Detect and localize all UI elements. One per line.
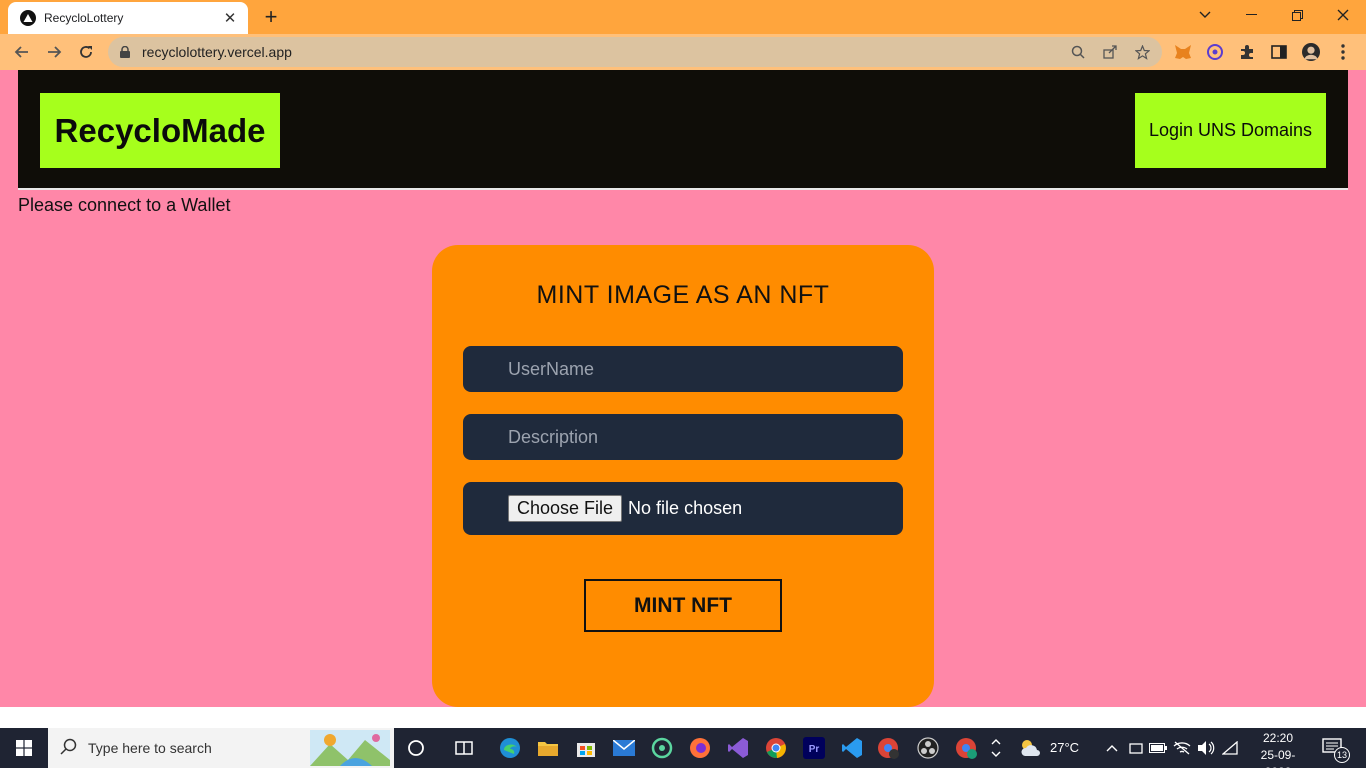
close-window-button[interactable]: [1320, 0, 1366, 30]
widgets-icon[interactable]: [452, 736, 476, 760]
network-icon[interactable]: [1170, 736, 1194, 760]
firefox-icon[interactable]: [688, 736, 712, 760]
restore-button[interactable]: [1274, 0, 1320, 30]
notification-count-badge: 13: [1334, 747, 1350, 763]
bookmark-star-icon[interactable]: [1134, 44, 1150, 60]
tab-title: RecycloLottery: [44, 11, 124, 25]
wallet-status-message: Please connect to a Wallet: [18, 195, 231, 215]
site-header: RecycloMade Login UNS Domains: [18, 70, 1348, 190]
chrome-menu-icon[interactable]: [1334, 43, 1352, 61]
edge-icon[interactable]: [498, 736, 522, 760]
choose-file-button[interactable]: Choose File: [508, 495, 623, 522]
browser-toolbar: recyclolottery.vercel.app: [0, 34, 1366, 70]
share-icon[interactable]: [1102, 44, 1118, 60]
forward-arrow-icon[interactable]: [42, 40, 66, 64]
file-field-container: Choose File No file chosen: [463, 482, 903, 535]
minimize-button[interactable]: [1228, 0, 1274, 30]
metamask-extension-icon[interactable]: [1174, 43, 1192, 61]
file-status-text: No file chosen: [628, 498, 743, 518]
microsoft-store-icon[interactable]: [574, 736, 598, 760]
obs-icon[interactable]: [916, 736, 940, 760]
address-bar[interactable]: recyclolottery.vercel.app: [108, 37, 1162, 67]
login-uns-button[interactable]: Login UNS Domains: [1135, 93, 1326, 168]
description-input[interactable]: [508, 426, 868, 448]
back-arrow-icon[interactable]: [10, 40, 34, 64]
search-placeholder: Type here to search: [88, 740, 212, 756]
volume-icon[interactable]: [1194, 736, 1218, 760]
task-view-icon[interactable]: [404, 736, 428, 760]
windows-taskbar: Type here to search Pr 27°C 22:20 25-09-…: [0, 728, 1366, 768]
weather-temperature[interactable]: 27°C: [1050, 740, 1079, 755]
vercel-favicon-icon: [20, 10, 36, 26]
system-clock[interactable]: 22:20 25-09-2022: [1248, 730, 1308, 768]
premiere-pro-icon[interactable]: Pr: [802, 736, 826, 760]
chrome-icon[interactable]: [764, 736, 788, 760]
tab-search-icon[interactable]: [1182, 0, 1228, 30]
windows-start-icon[interactable]: [0, 728, 48, 768]
taskbar-scroll-icon[interactable]: [990, 736, 1002, 760]
extension-circle-icon[interactable]: [1206, 43, 1224, 61]
reload-icon[interactable]: [74, 40, 98, 64]
mail-icon[interactable]: [612, 736, 636, 760]
username-field-container: [463, 346, 903, 392]
taskbar-search-box[interactable]: Type here to search: [48, 728, 394, 768]
mint-form-card: MINT IMAGE AS AN NFT Choose File No file…: [432, 245, 934, 707]
page-viewport: RecycloMade Login UNS Domains Please con…: [0, 70, 1366, 707]
chatgpt-app-icon[interactable]: [650, 736, 674, 760]
show-hidden-icons-icon[interactable]: [1100, 736, 1124, 760]
mint-nft-button[interactable]: MINT NFT: [584, 579, 782, 632]
description-field-container: [463, 414, 903, 460]
wifi-icon[interactable]: [1218, 736, 1242, 760]
chrome-profile-2-icon[interactable]: [954, 736, 978, 760]
lock-icon: [120, 45, 132, 59]
meet-now-icon[interactable]: [1124, 736, 1148, 760]
clock-time: 22:20: [1262, 731, 1294, 745]
file-explorer-icon[interactable]: [536, 736, 560, 760]
zoom-icon[interactable]: [1070, 44, 1086, 60]
new-tab-button[interactable]: +: [260, 4, 282, 29]
extensions-puzzle-icon[interactable]: [1238, 43, 1256, 61]
vscode-icon[interactable]: [840, 736, 864, 760]
url-text: recyclolottery.vercel.app: [142, 44, 292, 60]
mint-form-title: MINT IMAGE AS AN NFT: [536, 281, 830, 309]
close-tab-icon[interactable]: ✕: [222, 10, 238, 27]
svg-text:Pr: Pr: [809, 744, 820, 755]
brand-logo[interactable]: RecycloMade: [40, 93, 280, 168]
browser-tab[interactable]: RecycloLottery ✕: [8, 2, 248, 34]
profile-avatar-icon[interactable]: [1302, 43, 1320, 61]
search-highlight-illustration-icon: [310, 730, 390, 766]
weather-cloud-icon[interactable]: [1018, 736, 1042, 760]
side-panel-icon[interactable]: [1270, 43, 1288, 61]
battery-icon[interactable]: [1146, 736, 1170, 760]
clock-date: 25-09-2022: [1260, 748, 1296, 768]
search-icon: [60, 737, 78, 760]
username-input[interactable]: [508, 358, 868, 380]
chrome-profile-icon[interactable]: [876, 736, 900, 760]
browser-tab-bar: RecycloLottery ✕ +: [0, 0, 1366, 34]
visual-studio-icon[interactable]: [726, 736, 750, 760]
